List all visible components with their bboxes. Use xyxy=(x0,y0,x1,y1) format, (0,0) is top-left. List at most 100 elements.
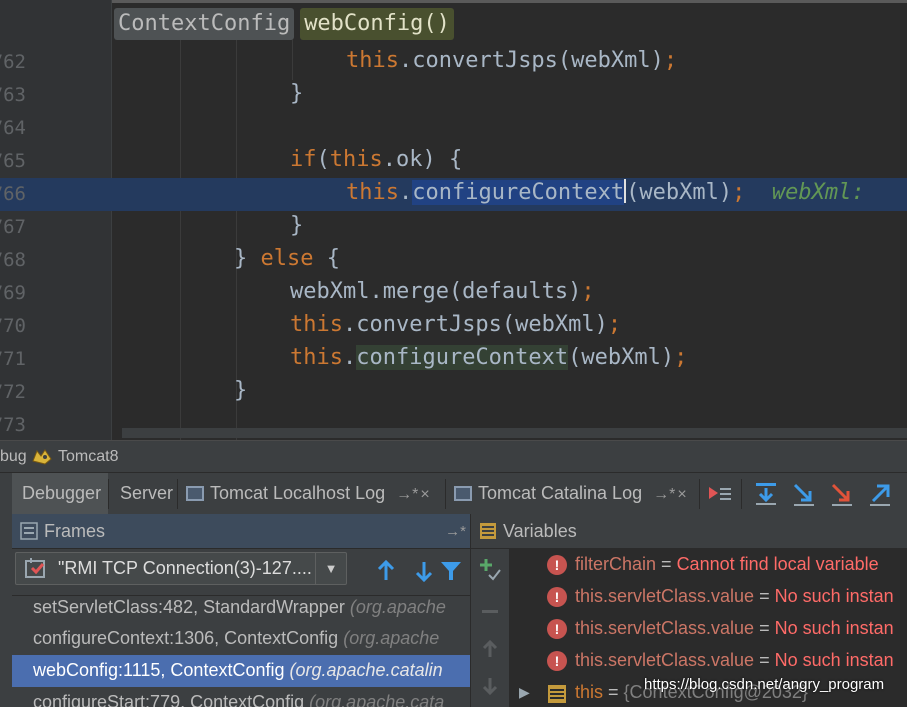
code-line[interactable]: 770 this.convertJsps(webXml); xyxy=(0,310,907,343)
suspended-thread-icon xyxy=(25,558,45,578)
variable-value: Cannot find local variable xyxy=(676,554,879,574)
tool-window-side-strip xyxy=(0,514,12,707)
frames-header: Frames →* xyxy=(12,514,470,549)
frame-row[interactable]: configureContext:1306, ContextConfig (or… xyxy=(12,623,470,655)
tab-label: Tomcat Localhost Log xyxy=(210,483,386,503)
variable-row[interactable]: ! filterChain = Cannot find local variab… xyxy=(509,550,907,582)
variable-name: this.servletClass.value xyxy=(575,650,755,670)
code-line[interactable]: 767 } xyxy=(0,211,907,244)
filter-icon[interactable] xyxy=(439,559,463,583)
current-code-line[interactable]: 766 this.configureContext(webXml); webXm… xyxy=(0,178,907,211)
frame-row[interactable]: setServletClass:482, StandardWrapper (or… xyxy=(12,592,470,624)
frames-panel: Frames →* "RMI TCP Connection(3)-127....… xyxy=(12,514,471,707)
remove-watch-icon[interactable] xyxy=(480,601,500,621)
tab-label: Server xyxy=(120,483,174,503)
code-line[interactable]: 762 this.convertJsps(webXml); xyxy=(0,46,907,79)
frame-package: (org.apache xyxy=(349,597,446,617)
line-number: 770 xyxy=(0,315,26,337)
pin-icon[interactable]: →* xyxy=(396,486,418,503)
thread-name: "RMI TCP Connection(3)-127.... xyxy=(58,558,312,578)
editor-top-border xyxy=(0,0,907,3)
equals-sign: = xyxy=(754,586,775,606)
frames-icon xyxy=(20,522,38,540)
close-icon[interactable]: × xyxy=(420,486,429,503)
code-line[interactable]: 772 } xyxy=(0,376,907,409)
force-step-into-icon[interactable] xyxy=(827,479,857,509)
thread-selector-row: "RMI TCP Connection(3)-127.... ▼ xyxy=(12,549,470,596)
code-text: this.configureContext(webXml); webXml: xyxy=(346,179,878,205)
code-line[interactable]: 764 xyxy=(0,112,907,145)
run-config-name[interactable]: Tomcat8 xyxy=(58,448,118,466)
code-text: } else { xyxy=(234,246,340,271)
tab-tomcat-localhost-log[interactable]: Tomcat Localhost Log →* × xyxy=(178,473,444,515)
frame-method: configureContext:1306, ContextConfig xyxy=(33,628,344,648)
equals-sign: = xyxy=(656,554,677,574)
tab-debugger[interactable]: Debugger xyxy=(12,473,108,515)
code-line[interactable]: 763 } xyxy=(0,79,907,112)
debug-tool-window-header: bug Tomcat8 xyxy=(0,440,907,473)
line-number: 766 xyxy=(0,183,26,205)
variables-header: Variables xyxy=(471,514,907,549)
frame-package: (org.apache.catalin xyxy=(289,660,443,680)
line-number: 765 xyxy=(0,150,26,172)
chevron-down-icon[interactable]: ▼ xyxy=(315,553,346,584)
variable-name: this.servletClass.value xyxy=(575,586,755,606)
code-editor[interactable]: ContextConfig webConfig() 762 this.conve… xyxy=(0,0,907,440)
code-text: webXml.merge(defaults); xyxy=(290,279,595,304)
close-icon[interactable]: × xyxy=(677,486,686,503)
pin-icon[interactable]: →* xyxy=(445,523,466,540)
error-icon: ! xyxy=(547,555,567,575)
tomcat-icon xyxy=(32,449,52,465)
variable-value: No such instan xyxy=(774,650,894,670)
variable-row[interactable]: ! this.servletClass.value = No such inst… xyxy=(509,646,907,678)
frame-row[interactable]: configureStart:779, ContextConfig (org.a… xyxy=(12,687,470,707)
object-icon xyxy=(548,685,566,703)
tool-window-title: bug xyxy=(0,448,27,465)
line-number: 772 xyxy=(0,381,26,403)
watermark: https://blog.csdn.net/angry_program xyxy=(644,676,885,693)
variable-row[interactable]: ! this.servletClass.value = No such inst… xyxy=(509,614,907,646)
code-text: } xyxy=(234,378,248,403)
log-icon xyxy=(186,486,204,501)
variables-toolbar xyxy=(471,549,510,707)
code-line[interactable]: 771 this.configureContext(webXml); xyxy=(0,343,907,376)
pin-icon[interactable]: →* xyxy=(653,486,675,503)
equals-sign: = xyxy=(603,682,624,702)
breadcrumb-method[interactable]: webConfig() xyxy=(300,8,454,40)
move-down-icon[interactable] xyxy=(480,676,500,696)
step-over-icon[interactable] xyxy=(751,479,781,509)
inline-debug-hint: webXml: xyxy=(771,180,878,205)
step-into-icon[interactable] xyxy=(789,479,819,509)
code-text: this.convertJsps(webXml); xyxy=(346,48,678,73)
line-number: 769 xyxy=(0,282,26,304)
new-watch-icon[interactable] xyxy=(478,557,502,581)
code-text: this.configureContext(webXml); xyxy=(290,345,688,370)
expand-arrow-icon[interactable]: ▶ xyxy=(519,684,530,701)
line-number: 762 xyxy=(0,51,26,73)
tab-divider xyxy=(699,479,700,509)
code-line[interactable]: 765 if(this.ok) { xyxy=(0,145,907,178)
tab-tomcat-catalina-log[interactable]: Tomcat Catalina Log →* × xyxy=(446,473,698,515)
code-text: } xyxy=(290,213,304,238)
move-up-icon[interactable] xyxy=(480,639,500,659)
error-icon: ! xyxy=(547,587,567,607)
tab-server[interactable]: Server xyxy=(109,473,177,515)
step-out-icon[interactable] xyxy=(865,479,895,509)
horizontal-scrollbar[interactable] xyxy=(122,428,907,438)
variable-name: filterChain xyxy=(575,554,657,574)
variable-row[interactable]: ! this.servletClass.value = No such inst… xyxy=(509,582,907,614)
thread-dropdown[interactable]: "RMI TCP Connection(3)-127.... ▼ xyxy=(15,552,347,585)
show-execution-point-icon[interactable] xyxy=(705,479,735,509)
code-line[interactable]: 769 webXml.merge(defaults); xyxy=(0,277,907,310)
frames-title: Frames xyxy=(44,521,106,541)
previous-frame-icon[interactable] xyxy=(374,559,398,583)
breadcrumb-class[interactable]: ContextConfig xyxy=(114,8,295,40)
next-frame-icon[interactable] xyxy=(412,559,436,583)
code-text: if(this.ok) { xyxy=(290,147,463,172)
code-line[interactable]: 768 } else { xyxy=(0,244,907,277)
variable-name: this xyxy=(575,682,604,702)
line-number: 771 xyxy=(0,348,26,370)
frame-row-selected[interactable]: webConfig:1115, ContextConfig (org.apach… xyxy=(12,655,470,687)
line-number: 764 xyxy=(0,117,26,139)
code-text: } xyxy=(290,81,304,106)
